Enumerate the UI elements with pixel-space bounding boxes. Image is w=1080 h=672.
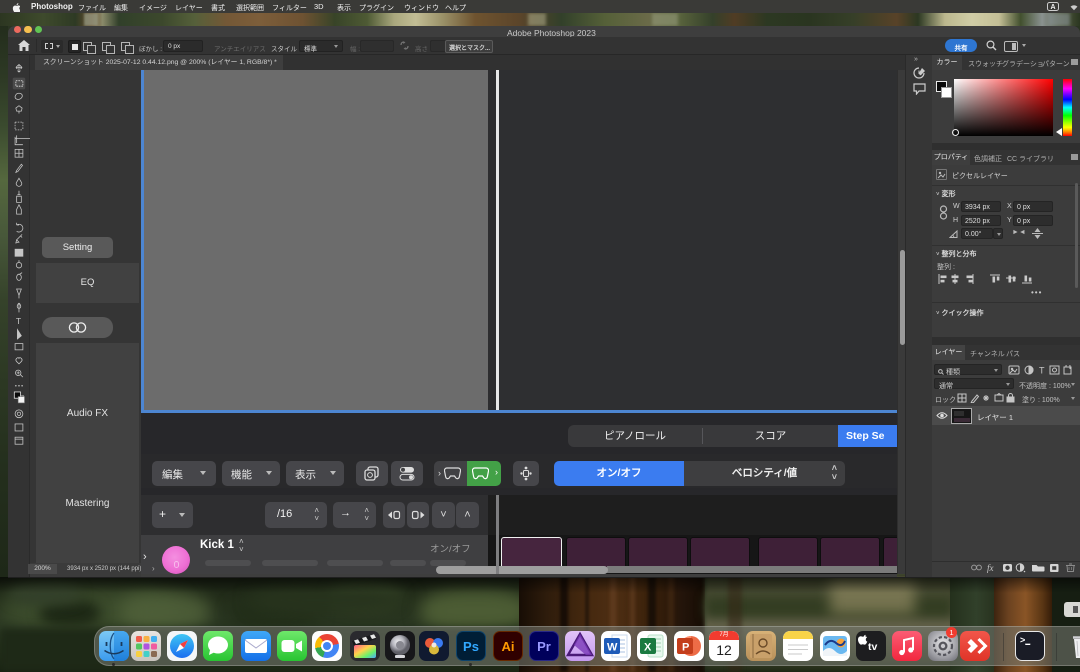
svg-text:W: W [607,642,618,654]
svg-text:P: P [682,642,689,654]
svg-text:tv: tv [868,641,877,653]
svg-text:T: T [1039,366,1045,376]
svg-text:X: X [644,642,652,654]
svg-text:fx: fx [987,563,994,573]
svg-text:T: T [16,316,22,326]
